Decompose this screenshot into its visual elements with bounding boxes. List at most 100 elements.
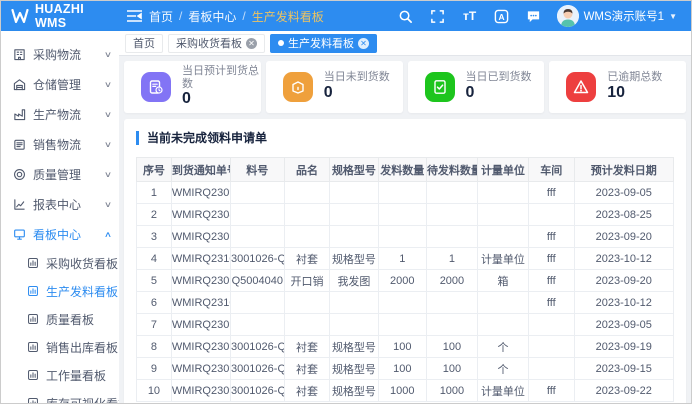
table-cell [378,292,426,314]
table-cell [378,182,426,204]
table-column-header: 序号 [137,158,172,182]
table-cell [426,182,477,204]
table-cell [528,314,574,336]
panel-title: 当前未完成领料申请单 [136,131,674,145]
table-cell [477,204,528,226]
app-logo: HUAZHI WMS [1,2,119,30]
svg-text:A: A [499,11,505,21]
sidebar-item-production-logistics[interactable]: 生产物流∨ [1,99,119,129]
sidebar-collapse-icon[interactable] [119,10,149,22]
language-icon[interactable]: A [493,7,511,25]
table-cell: 9 [137,358,172,380]
account-menu[interactable]: WMS演示账号1 ▼ [557,5,677,27]
sidebar-item-quality-management[interactable]: 质量管理∨ [1,159,119,189]
sidebar-item-report-center[interactable]: 报表中心∨ [1,189,119,219]
package-icon [283,72,313,102]
sidebar-subitem-quality-board[interactable]: 质量看板 [1,305,119,333]
warehouse-icon [12,77,26,91]
table-cell [284,182,330,204]
breadcrumb-item[interactable]: 生产发料看板 [252,8,324,25]
bar-chart-icon [26,257,39,270]
table-cell: 个 [477,336,528,358]
top-header: HUAZHI WMS 首页/看板中心/生产发料看板 ᴛT A [1,1,691,31]
table-cell: 2023-09-19 [574,336,673,358]
table-cell: 1000 [426,380,477,402]
breadcrumb-separator: / [242,9,245,23]
sidebar-menu: 采购物流∨仓储管理∨生产物流∨销售物流∨质量管理∨报表中心∨看板中心∧采购收货看… [1,31,119,404]
table-cell: 2023-09-20 [574,270,673,292]
table-cell: 计量单位 [477,248,528,270]
table-cell: fff [528,270,574,292]
bar-chart-icon [26,341,39,354]
tab-production-issue-board[interactable]: 生产发料看板✕ [270,34,377,53]
table-cell: 4 [137,248,172,270]
sidebar-subitem-inventory-visual-board[interactable]: 库存可视化看板 [1,389,119,404]
sales-icon [12,137,26,151]
table-cell: 2023-10-12 [574,292,673,314]
table-cell: 6 [137,292,172,314]
table-cell: 2023-08-25 [574,204,673,226]
table-cell: 衬套 [284,380,330,402]
table-cell: fff [528,380,574,402]
table-cell: 100 [378,336,426,358]
clipboard-clock-icon [141,72,171,102]
table-cell [230,204,284,226]
tab-close-icon[interactable]: ✕ [358,38,369,49]
logo-w-icon [11,9,29,23]
table-cell [230,226,284,248]
tab-home[interactable]: 首页 [125,34,163,53]
bar-chart-icon [26,285,39,298]
sidebar-item-board-center[interactable]: 看板中心∧ [1,219,119,249]
table-column-header: 料号 [230,158,284,182]
table-row: 6WMIRQ2310...fff2023-10-12 [137,292,674,314]
tab-close-icon[interactable]: ✕ [246,38,257,49]
table-cell [230,314,284,336]
sidebar-item-label: 仓储管理 [33,76,81,93]
sidebar-subitem-label: 采购收货看板 [46,255,118,272]
account-name: WMS演示账号1 [584,8,665,24]
table-cell [284,226,330,248]
table-column-header: 品名 [284,158,330,182]
table-cell [230,182,284,204]
table-cell [330,292,378,314]
table-cell [426,226,477,248]
table-cell: 衬套 [284,336,330,358]
table-cell: WMIRQ2310... [171,292,230,314]
table-cell: fff [528,182,574,204]
table-cell: 衬套 [284,358,330,380]
sidebar-item-sales-logistics[interactable]: 销售物流∨ [1,129,119,159]
stat-card-expected-arrivals-today: 当日预计到货总数0 [124,61,261,113]
sidebar-subitem-sales-outbound-board[interactable]: 销售出库看板 [1,333,119,361]
tab-label: 首页 [133,35,155,51]
sidebar-subitem-workload-board[interactable]: 工作量看板 [1,361,119,389]
table-cell [477,314,528,336]
table-cell: 规格型号 [330,380,378,402]
table-cell [426,204,477,226]
table-cell: 3001026-Q3... [230,380,284,402]
bar-chart-icon [26,369,39,382]
wms-app-window: HUAZHI WMS 首页/看板中心/生产发料看板 ᴛT A [0,0,692,404]
breadcrumb-item[interactable]: 看板中心 [188,8,236,25]
breadcrumb-item[interactable]: 首页 [149,8,173,25]
chevron-down-icon: ∨ [104,50,112,59]
bar-chart-icon [26,313,39,326]
table-cell: 规格型号 [330,248,378,270]
quality-icon [12,167,26,181]
stat-card-arrived-today: 当日已到货数0 [408,61,545,113]
search-icon[interactable] [397,7,415,25]
chevron-down-icon: ▼ [669,12,677,21]
sidebar-item-warehouse-management[interactable]: 仓储管理∨ [1,69,119,99]
sidebar-subitem-production-issue-board[interactable]: 生产发料看板 [1,277,119,305]
table-cell: 2023-09-22 [574,380,673,402]
stat-cards: 当日预计到货总数0当日未到货数0当日已到货数0已逾期总数10 [124,61,686,113]
table-cell [330,314,378,336]
table-cell: 2023-09-20 [574,226,673,248]
sidebar-subitem-purchase-receive-board[interactable]: 采购收货看板 [1,249,119,277]
fullscreen-icon[interactable] [429,7,447,25]
table-row: 9WMIRQ2309...3001026-Q3...衬套规格型号100100个2… [137,358,674,380]
sidebar-item-label: 生产物流 [33,106,81,123]
message-icon[interactable] [525,7,543,25]
tab-purchase-receive-board[interactable]: 采购收货看板✕ [168,34,265,53]
font-size-icon[interactable]: ᴛT [461,7,479,25]
sidebar-item-purchase-logistics[interactable]: 采购物流∨ [1,39,119,69]
